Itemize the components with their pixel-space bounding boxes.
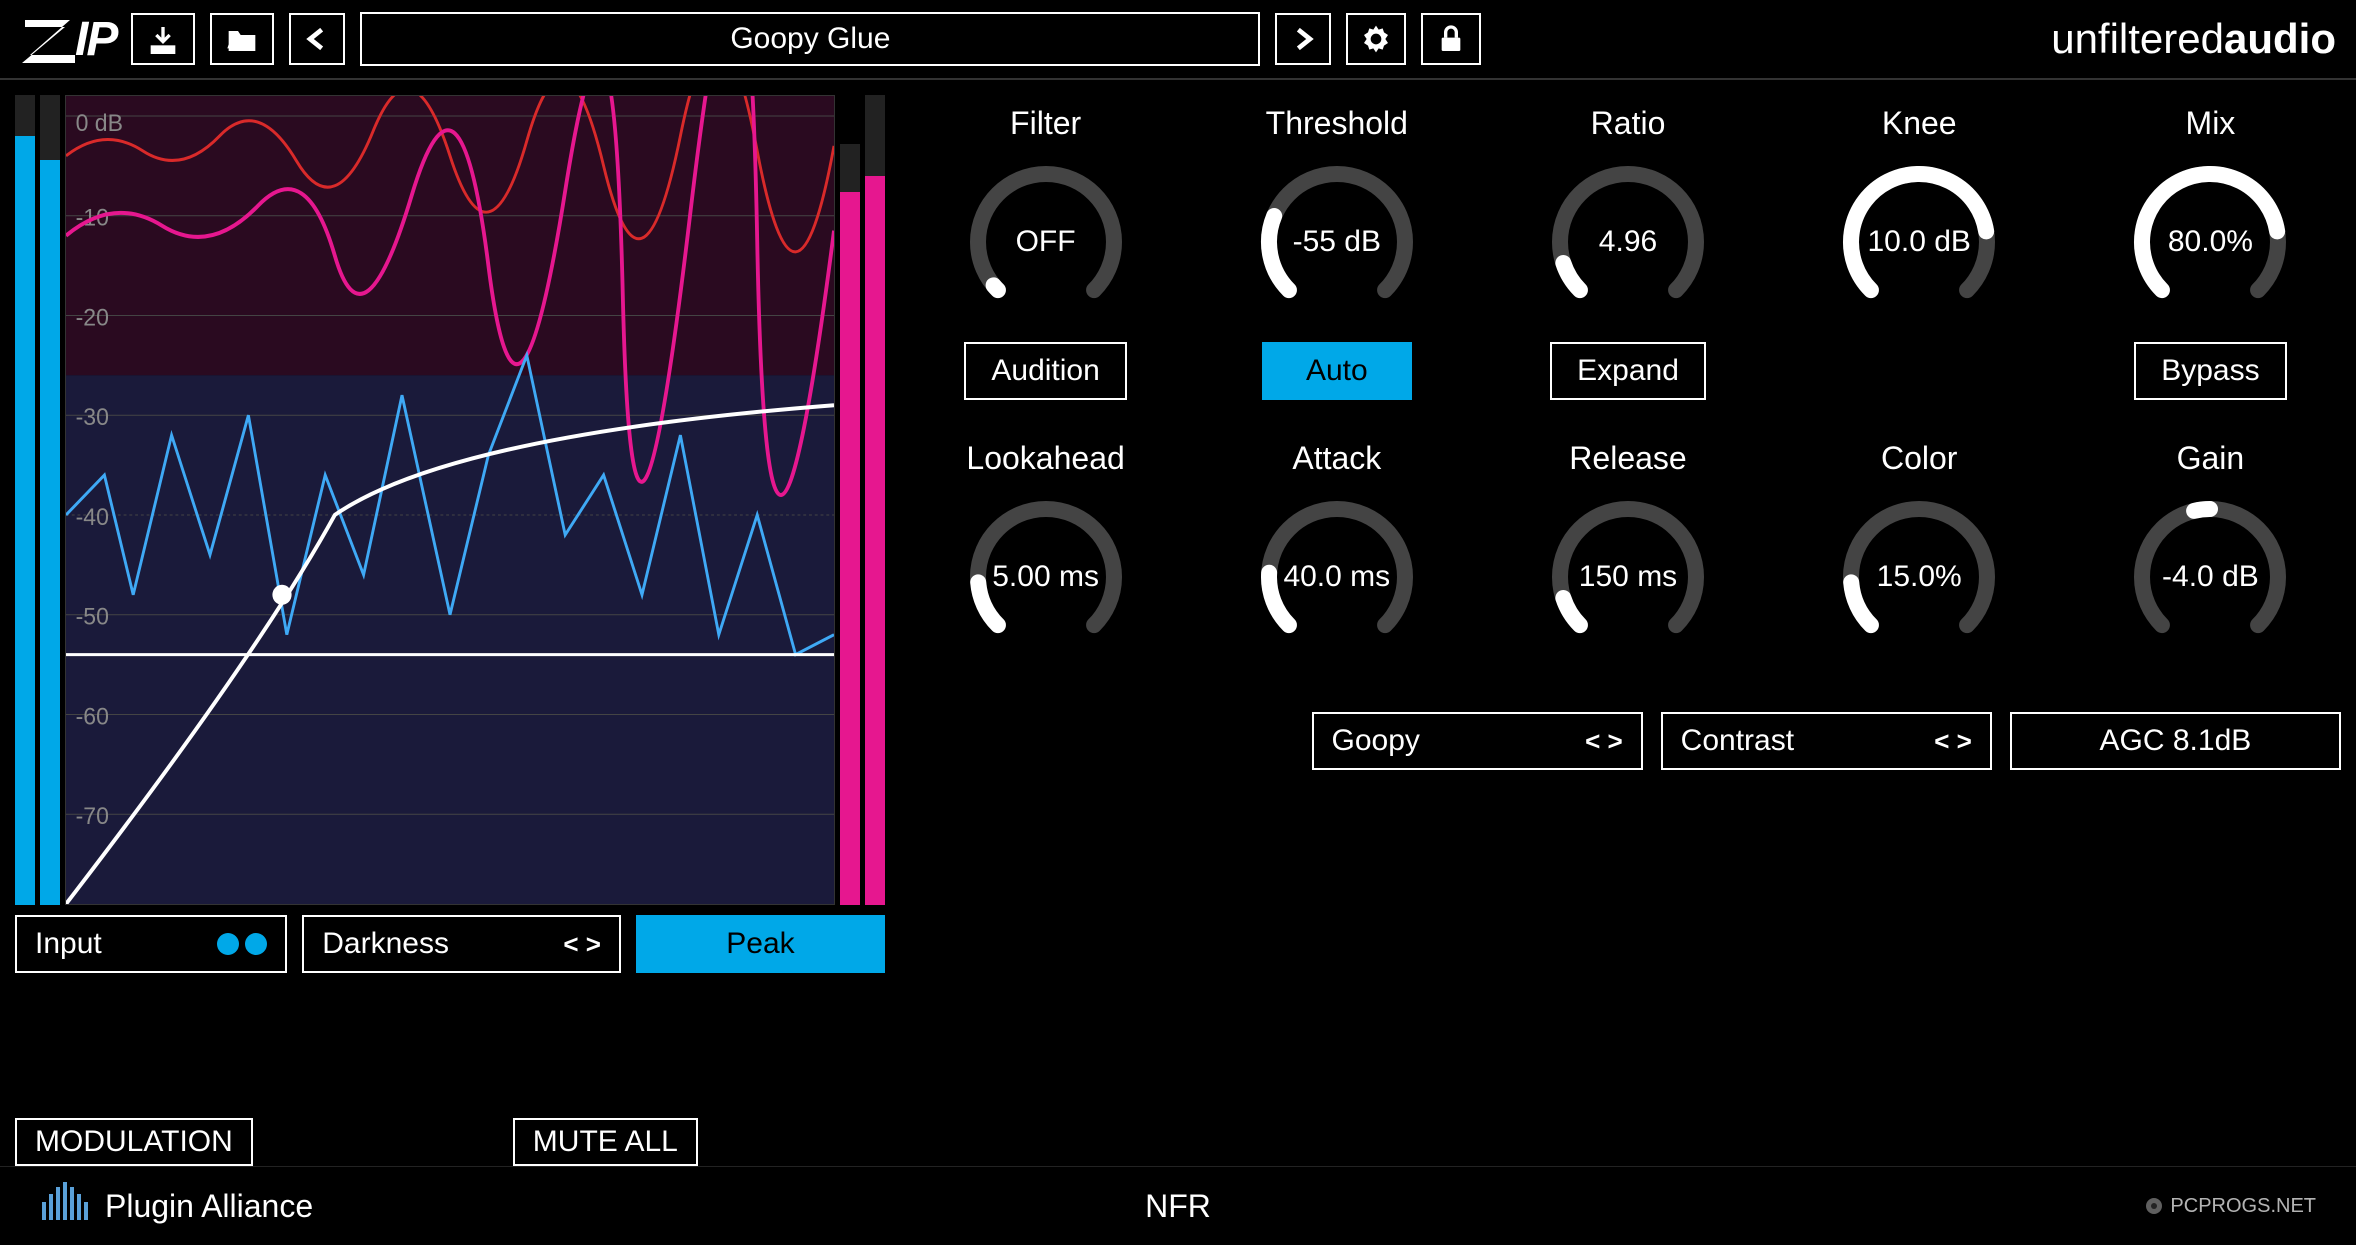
color-knob[interactable]: 15.0% [1834,492,2004,662]
preset-name-display[interactable]: Goopy Glue [360,12,1260,66]
analysis-selector[interactable]: Darkness < > [302,915,621,973]
gain-knob[interactable]: -4.0 dB [2125,492,2295,662]
release-label: Release [1569,440,1686,477]
channel-dot-icon [245,933,267,955]
lookahead-value: 5.00 ms [992,560,1099,594]
svg-text:-40: -40 [76,504,109,530]
brand-logo: unfilteredaudio [2051,15,2336,63]
gain-value: -4.0 dB [2162,560,2259,594]
audition-button[interactable]: Audition [964,342,1126,400]
output-meter-right [865,95,885,905]
lock-icon[interactable] [1421,13,1481,65]
svg-text:-50: -50 [76,603,109,629]
save-preset-icon[interactable] [131,13,195,65]
release-value: 150 ms [1579,560,1677,594]
agc-display[interactable]: AGC 8.1dB [2010,712,2341,770]
color-value: 15.0% [1877,560,1962,594]
svg-text:-60: -60 [76,703,109,729]
mix-knob[interactable]: 80.0% [2125,157,2295,327]
auto-button[interactable]: Auto [1262,342,1412,400]
license-label: NFR [1145,1188,1211,1225]
attack-knob[interactable]: 40.0 ms [1252,492,1422,662]
chevron-left-right-icon: < > [1934,726,1972,757]
filter-value: OFF [1016,225,1076,259]
watermark: PCPROGS.NET [2144,1195,2316,1218]
input-meter-right [40,95,60,905]
gain-label: Gain [2177,440,2245,477]
threshold-label: Threshold [1266,105,1408,142]
lookahead-knob[interactable]: 5.00 ms [961,492,1131,662]
knee-label: Knee [1882,105,1957,142]
detection-mode-button[interactable]: Peak [636,915,885,973]
chevron-left-right-icon: < > [1585,726,1623,757]
lookahead-label: Lookahead [966,440,1124,477]
attack-label: Attack [1292,440,1381,477]
prev-preset-icon[interactable] [289,13,345,65]
attack-value: 40.0 ms [1283,560,1390,594]
channel-dot-icon [217,933,239,955]
threshold-value: -55 dB [1293,225,1381,259]
output-meter-left [840,95,860,905]
attack-mode-selector[interactable]: Goopy < > [1312,712,1643,770]
input-meter-left [15,95,35,905]
filter-knob[interactable]: OFF [961,157,1131,327]
svg-text:-70: -70 [76,803,109,829]
color-label: Color [1881,440,1957,477]
plugin-logo: ZIP IP [20,12,116,67]
svg-text:-30: -30 [76,404,109,430]
load-preset-icon[interactable] [210,13,274,65]
release-knob[interactable]: 150 ms [1543,492,1713,662]
knee-value: 10.0 dB [1867,225,1970,259]
mix-value: 80.0% [2168,225,2253,259]
color-mode-selector[interactable]: Contrast < > [1661,712,1992,770]
knee-knob[interactable]: 10.0 dB [1834,157,2004,327]
filter-label: Filter [1010,105,1081,142]
modulation-button[interactable]: MODULATION [15,1118,253,1166]
mix-label: Mix [2186,105,2236,142]
input-selector[interactable]: Input [15,915,287,973]
ratio-knob[interactable]: 4.96 [1543,157,1713,327]
plugin-alliance-icon [40,1182,90,1230]
chevron-left-right-icon: < > [563,929,601,960]
threshold-knob[interactable]: -55 dB [1252,157,1422,327]
waveform-display[interactable]: 0 dB -10 -20 -30 -40 -50 -60 -70 [65,95,835,905]
expand-button[interactable]: Expand [1550,342,1706,400]
ratio-value: 4.96 [1599,225,1657,259]
svg-text:-20: -20 [76,304,109,330]
plugin-alliance-logo[interactable]: Plugin Alliance [40,1182,313,1230]
ratio-label: Ratio [1591,105,1666,142]
mute-all-button[interactable]: MUTE ALL [513,1118,698,1166]
next-preset-icon[interactable] [1275,13,1331,65]
svg-text:0 dB: 0 dB [76,110,123,136]
settings-icon[interactable] [1346,13,1406,65]
bypass-button[interactable]: Bypass [2134,342,2286,400]
